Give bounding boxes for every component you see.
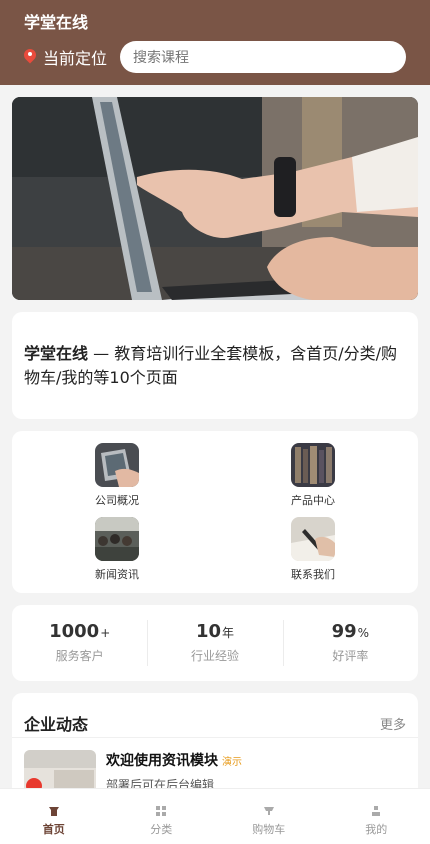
tab-label-cart: 购物车 — [252, 823, 286, 836]
stat-unit: + — [100, 626, 111, 640]
news-item-tag: 演示 — [222, 757, 242, 768]
news-header: 企业动态 更多 — [12, 693, 418, 738]
app-title: 学堂在线 — [24, 13, 89, 32]
stat-label: 服务客户 — [55, 649, 104, 663]
stat-value: 99 — [331, 621, 357, 642]
stat-experience: 10年 行业经验 — [147, 605, 282, 681]
product-center-icon — [291, 443, 335, 487]
banner-image[interactable] — [12, 97, 418, 300]
stat-rating: 99% 好评率 — [282, 605, 418, 681]
grid-category-icon — [155, 802, 167, 816]
stat-unit: % — [357, 626, 370, 640]
company-overview-icon — [95, 443, 139, 487]
grid-label-contact: 联系我们 — [291, 568, 335, 581]
header-row: 当前定位 — [24, 41, 418, 73]
grid-item-products[interactable]: 产品中心 — [273, 443, 353, 508]
cart-icon — [263, 802, 275, 815]
tab-label-profile: 我的 — [365, 823, 388, 836]
grid-label-news: 新闻资讯 — [95, 568, 139, 581]
home-icon — [48, 802, 60, 816]
location-selector[interactable]: 当前定位 — [24, 45, 120, 69]
tab-home[interactable]: 首页 — [0, 789, 108, 844]
feature-grid: 公司概况 产品中心 新闻资讯 联系我们 — [12, 431, 418, 593]
stat-customers: 1000+ 服务客户 — [12, 605, 147, 681]
stat-value: 1000 — [49, 621, 100, 642]
stat-label: 好评率 — [332, 649, 369, 663]
grid-item-company[interactable]: 公司概况 — [77, 443, 157, 508]
tab-cart[interactable]: 购物车 — [215, 789, 323, 844]
grid-item-contact[interactable]: 联系我们 — [273, 517, 353, 582]
location-pin-icon — [24, 49, 37, 66]
tab-label-category: 分类 — [150, 823, 173, 836]
banner-photo-icon — [12, 97, 418, 300]
grid-item-news[interactable]: 新闻资讯 — [77, 517, 157, 582]
news-item-title: 欢迎使用资讯模块 — [106, 753, 218, 769]
search-input[interactable] — [120, 41, 406, 73]
intro-brand: 学堂在线 — [24, 344, 89, 363]
bottom-tab-bar: 首页 分类 购物车 我的 — [0, 788, 430, 844]
tab-label-home: 首页 — [42, 823, 65, 836]
stats-card: 1000+ 服务客户 10年 行业经验 99% 好评率 — [12, 605, 418, 681]
news-more-link[interactable]: 更多 — [380, 714, 406, 733]
location-label: 当前定位 — [43, 49, 108, 68]
grid-label-company: 公司概况 — [95, 494, 139, 507]
tab-category[interactable]: 分类 — [108, 789, 216, 844]
user-icon — [370, 802, 382, 816]
news-icon — [95, 517, 139, 561]
grid-label-products: 产品中心 — [291, 494, 335, 507]
stat-value: 10 — [195, 621, 222, 642]
stat-label: 行业经验 — [190, 649, 239, 663]
contact-us-icon — [291, 517, 335, 561]
news-section-title: 企业动态 — [24, 715, 89, 734]
stat-unit: 年 — [222, 626, 235, 640]
top-header: 学堂在线 当前定位 — [0, 0, 430, 85]
tab-profile[interactable]: 我的 — [323, 789, 430, 844]
intro-card: 学堂在线 — 教育培训行业全套模板，含首页/分类/购物车/我的等10个页面 — [12, 312, 418, 419]
